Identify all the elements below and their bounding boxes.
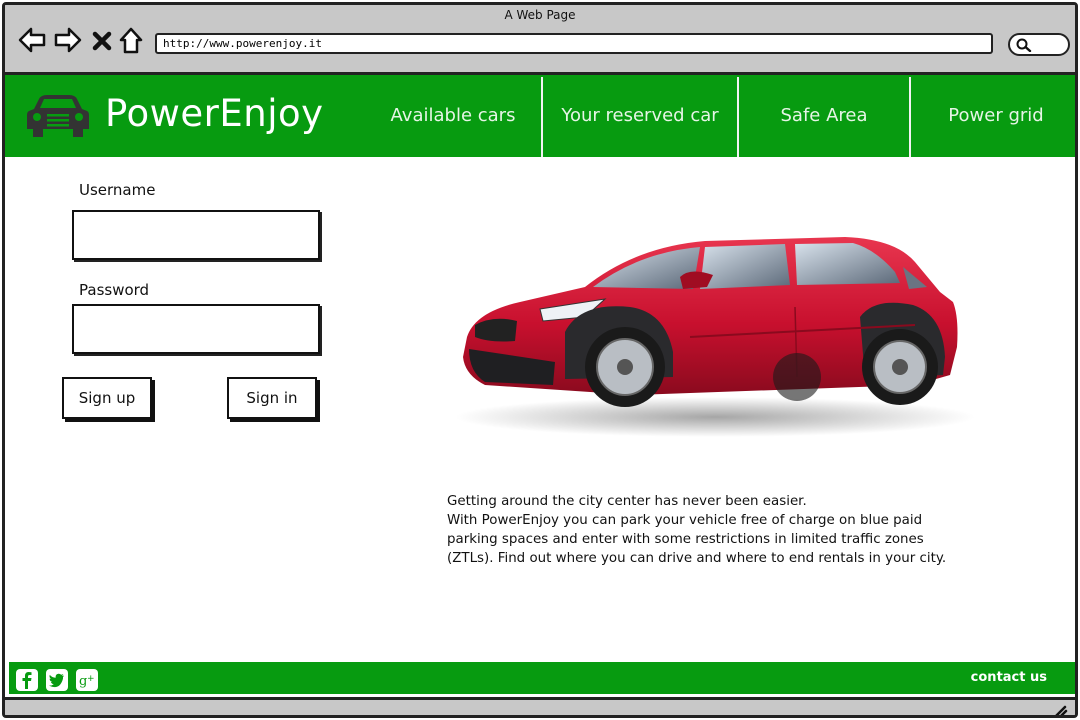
- browser-window: A Web Page http://www.powerenjoy.it Powe…: [2, 2, 1078, 718]
- brand-name[interactable]: PowerEnjoy: [105, 89, 324, 139]
- search-box[interactable]: [1008, 33, 1070, 56]
- nav-power-grid[interactable]: Power grid: [911, 75, 1075, 157]
- username-input[interactable]: [72, 210, 320, 260]
- username-label: Username: [79, 181, 156, 199]
- car-logo-icon: [27, 95, 89, 137]
- sign-in-button[interactable]: Sign in: [227, 377, 317, 419]
- facebook-icon[interactable]: [16, 669, 38, 691]
- google-plus-icon[interactable]: g +: [76, 669, 98, 691]
- url-bar[interactable]: http://www.powerenjoy.it: [155, 33, 993, 54]
- twitter-icon[interactable]: [46, 669, 68, 691]
- forward-arrow-icon[interactable]: [53, 25, 83, 55]
- resize-grip-icon[interactable]: [1051, 702, 1069, 718]
- site-header: PowerEnjoy Available cars Your reserved …: [5, 75, 1075, 157]
- sign-up-button[interactable]: Sign up: [62, 377, 152, 419]
- contact-us-link[interactable]: contact us: [971, 670, 1047, 685]
- description-line: parking spaces and enter with some restr…: [447, 532, 924, 547]
- password-label: Password: [79, 281, 150, 299]
- nav-safe-area[interactable]: Safe Area: [739, 75, 909, 157]
- browser-status-bar: [5, 697, 1075, 718]
- description-text: Getting around the city center has never…: [447, 492, 1047, 568]
- car-photo: [455, 237, 975, 437]
- stop-x-icon[interactable]: [91, 25, 113, 55]
- back-arrow-icon[interactable]: [17, 25, 47, 55]
- browser-chrome: A Web Page http://www.powerenjoy.it: [5, 5, 1075, 75]
- description-line: With PowerEnjoy you can park your vehicl…: [447, 513, 923, 528]
- site-footer: g + contact us: [9, 662, 1075, 694]
- svg-text:+: +: [87, 674, 95, 684]
- home-icon[interactable]: [118, 25, 144, 55]
- description-line: (ZTLs). Find out where you can drive and…: [447, 551, 947, 566]
- window-title: A Web Page: [504, 8, 576, 22]
- password-input[interactable]: [72, 304, 320, 354]
- description-line: Getting around the city center has never…: [447, 494, 807, 509]
- nav-reserved-car[interactable]: Your reserved car: [543, 75, 737, 157]
- nav-available-cars[interactable]: Available cars: [365, 75, 541, 157]
- search-icon: [1016, 38, 1032, 52]
